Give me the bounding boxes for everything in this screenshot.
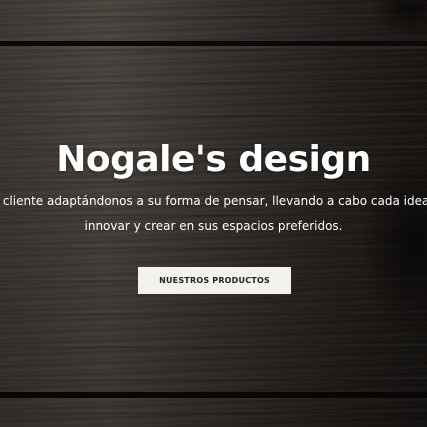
hero-description-line-1: ada cliente adaptándonos a su forma de p… xyxy=(0,194,427,208)
hero-title: Nogale's design xyxy=(56,139,371,180)
hero-content: Nogale's design ada cliente adaptándonos… xyxy=(0,138,427,233)
hero-description-line-2: innovar y crear en sus espacios preferid… xyxy=(84,219,343,233)
hero-section: Nogale's design ada cliente adaptándonos… xyxy=(0,0,427,427)
background-overlay xyxy=(0,0,427,427)
our-products-button[interactable]: NUESTROS PRODUCTOS xyxy=(138,267,291,294)
